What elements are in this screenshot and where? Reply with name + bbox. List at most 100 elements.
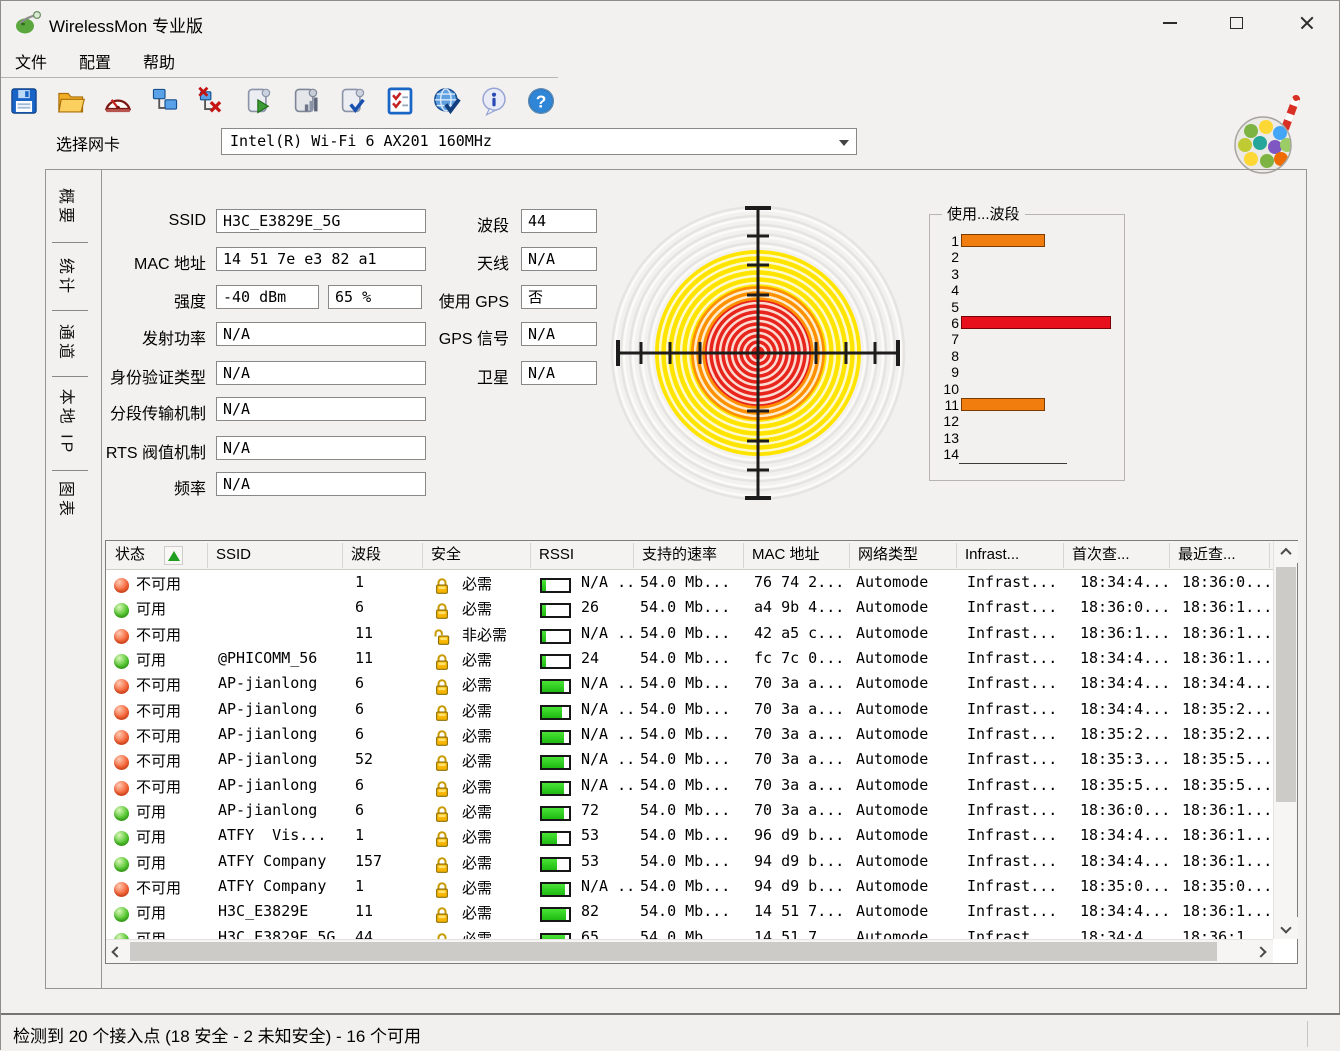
column-header-10[interactable]: 首次查...: [1065, 541, 1170, 570]
net-type-cell: Automode: [856, 876, 929, 895]
table-row[interactable]: 可用 6 必需 26 54.0 Mb... a4 9b 4... Automode Infra…: [107, 598, 1272, 623]
table-row[interactable]: 可用 @PHICOMM_56 11 必需 24 54.0 Mb... fc 7c 0... A…: [107, 649, 1272, 674]
horizontal-scrollbar[interactable]: [106, 939, 1273, 963]
table-row[interactable]: 可用 ATFY Company 157 必需 53 54.0 Mb... 94 d9 b..…: [107, 852, 1272, 877]
field-value-box[interactable]: N/A: [216, 436, 426, 460]
column-header-11[interactable]: 最近查...: [1171, 541, 1271, 570]
field-value-box[interactable]: 否: [521, 285, 597, 309]
field-value-box[interactable]: 44: [521, 209, 597, 233]
table-row[interactable]: 可用 AP-jianlong 6 必需 72 54.0 Mb... 70 3a a... Au…: [107, 801, 1272, 826]
table-row[interactable]: 可用 ATFY Vis... 1 必需 53 54.0 Mb... 96 d9 b... Au…: [107, 826, 1272, 851]
table-row[interactable]: 可用 H3C_E3829E_5G 44 必需 65 54.0 Mb... 14 51 7..…: [107, 928, 1272, 939]
table-row[interactable]: 不可用 ATFY Company 1 必需 N/A ... 54.0 Mb... 94 d9…: [107, 877, 1272, 902]
scroll-left-button[interactable]: [106, 940, 128, 963]
padlock-closed-icon: [434, 856, 450, 877]
column-header-1[interactable]: 状态: [108, 541, 208, 570]
vertical-scrollbar[interactable]: [1273, 541, 1298, 939]
sort-indicator-button[interactable]: [164, 546, 183, 565]
field-value-box[interactable]: N/A: [521, 247, 597, 271]
maximize-button[interactable]: [1207, 1, 1265, 45]
rssi-cell: N/A ...: [533, 573, 635, 598]
status-label: 不可用: [136, 625, 182, 644]
field-value-box[interactable]: N/A: [216, 472, 426, 496]
table-row[interactable]: 不可用 AP-jianlong 6 必需 N/A ... 54.0 Mb... 70 3a …: [107, 700, 1272, 725]
rate-cell: 54.0 Mb...: [640, 826, 731, 845]
channel-usage-bar-11: [961, 398, 1045, 411]
vertical-scroll-thumb[interactable]: [1276, 567, 1296, 802]
padlock-closed-icon: [434, 678, 450, 699]
first-seen-cell: 18:34:4...: [1080, 927, 1171, 939]
ssid-cell: ATFY Company: [218, 851, 327, 870]
rssi-cell: N/A ...: [533, 877, 635, 902]
menu-item-1[interactable]: 文件: [15, 49, 47, 73]
rssi-value: N/A ...: [581, 876, 635, 895]
column-header-5[interactable]: RSSI: [532, 541, 634, 570]
channel-label-4: 4: [951, 282, 959, 299]
column-header-4[interactable]: 安全: [424, 541, 531, 570]
mac-cell: 14 51 7...: [754, 927, 845, 939]
status-dot-red: [114, 704, 129, 720]
status-dot-green: [114, 856, 129, 872]
mac-cell: 70 3a a...: [754, 724, 845, 743]
padlock-closed-icon: [434, 704, 450, 725]
verify-log-button[interactable]: [336, 83, 370, 119]
status-dot-green: [114, 907, 129, 923]
horizontal-scroll-thumb[interactable]: [130, 942, 1217, 961]
column-separator: [849, 543, 850, 568]
table-row[interactable]: 不可用 AP-jianlong 6 必需 N/A ... 54.0 Mb... 70 3a …: [107, 674, 1272, 699]
field-value-box[interactable]: N/A: [216, 397, 426, 421]
column-separator: [633, 543, 634, 568]
network-connect-button[interactable]: [148, 83, 182, 119]
column-header-7[interactable]: MAC 地址: [745, 541, 850, 570]
field-value-box[interactable]: N/A: [521, 361, 597, 385]
rate-cell: 54.0 Mb...: [640, 648, 731, 667]
adapter-combobox[interactable]: Intel(R) Wi-Fi 6 AX201 160MHz: [221, 128, 857, 155]
web-update-button[interactable]: [430, 83, 464, 119]
infra-cell: Infrast...: [967, 724, 1058, 743]
field-value-box[interactable]: -40 dBm: [216, 285, 319, 309]
save-button[interactable]: [7, 83, 41, 119]
signal-gauge-button[interactable]: [101, 83, 135, 119]
column-header-6[interactable]: 支持的速率: [635, 541, 744, 570]
column-header-8[interactable]: 网络类型: [851, 541, 957, 570]
channel-cell: 44: [355, 927, 374, 939]
scroll-up-button[interactable]: [1274, 541, 1298, 563]
table-row[interactable]: 不可用 AP-jianlong 6 必需 N/A ... 54.0 Mb... 70 3a …: [107, 725, 1272, 750]
field-label: 天线: [476, 256, 509, 273]
table-row[interactable]: 不可用 AP-jianlong 52 必需 N/A ... 54.0 Mb... 70 3a…: [107, 750, 1272, 775]
last-seen-cell: 18:36:1...: [1182, 826, 1272, 845]
menu-item-2[interactable]: 配置: [79, 49, 111, 73]
mac-cell: 42 a5 c...: [754, 623, 845, 642]
field-label: 频率: [173, 481, 206, 498]
table-row[interactable]: 不可用 AP-jianlong 6 必需 N/A ... 54.0 Mb... 70 3a …: [107, 776, 1272, 801]
open-folder-button[interactable]: [54, 83, 88, 119]
help-button[interactable]: ?: [524, 83, 558, 119]
table-row[interactable]: 可用 H3C_E3829E 11 必需 82 54.0 Mb... 14 51 7... Au…: [107, 902, 1272, 927]
ssid-cell: [210, 598, 344, 623]
close-button[interactable]: [1278, 1, 1336, 45]
rssi-value: 53: [581, 851, 600, 870]
security-label: 必需: [462, 853, 493, 872]
scroll-down-button[interactable]: [1274, 917, 1298, 939]
table-row[interactable]: 不可用 1 必需 N/A ... 54.0 Mb... 76 74 2... Automod…: [107, 573, 1272, 598]
first-seen-cell: 18:36:1...: [1080, 623, 1171, 642]
rssi-cell: N/A ...: [533, 776, 635, 801]
last-seen-cell: 18:34:4...: [1182, 674, 1272, 693]
network-disconnect-button[interactable]: [195, 83, 229, 119]
menu-item-3[interactable]: 帮助: [143, 49, 175, 73]
start-logging-button[interactable]: [242, 83, 276, 119]
column-header-2[interactable]: SSID: [209, 541, 343, 570]
info-button[interactable]: [477, 83, 511, 119]
table-row[interactable]: 不可用 11 非必需 N/A ... 54.0 Mb... 42 a5 c... Autom…: [107, 624, 1272, 649]
rssi-bar-fill: [542, 630, 547, 642]
field-value-box[interactable]: N/A: [521, 322, 597, 346]
checklist-button[interactable]: [383, 83, 417, 119]
ssid-cell: AP-jianlong: [218, 800, 318, 819]
infra-cell: Infrast...: [967, 826, 1058, 845]
scroll-right-button[interactable]: [1249, 940, 1273, 963]
column-header-9[interactable]: Infrast...: [958, 541, 1064, 570]
status-text: 检测到 20 个接入点 (18 安全 - 2 未知安全) - 16 个可用: [13, 1027, 422, 1046]
log-report-button[interactable]: [289, 83, 323, 119]
column-header-3[interactable]: 波段: [344, 541, 423, 570]
minimize-button[interactable]: [1141, 1, 1199, 45]
